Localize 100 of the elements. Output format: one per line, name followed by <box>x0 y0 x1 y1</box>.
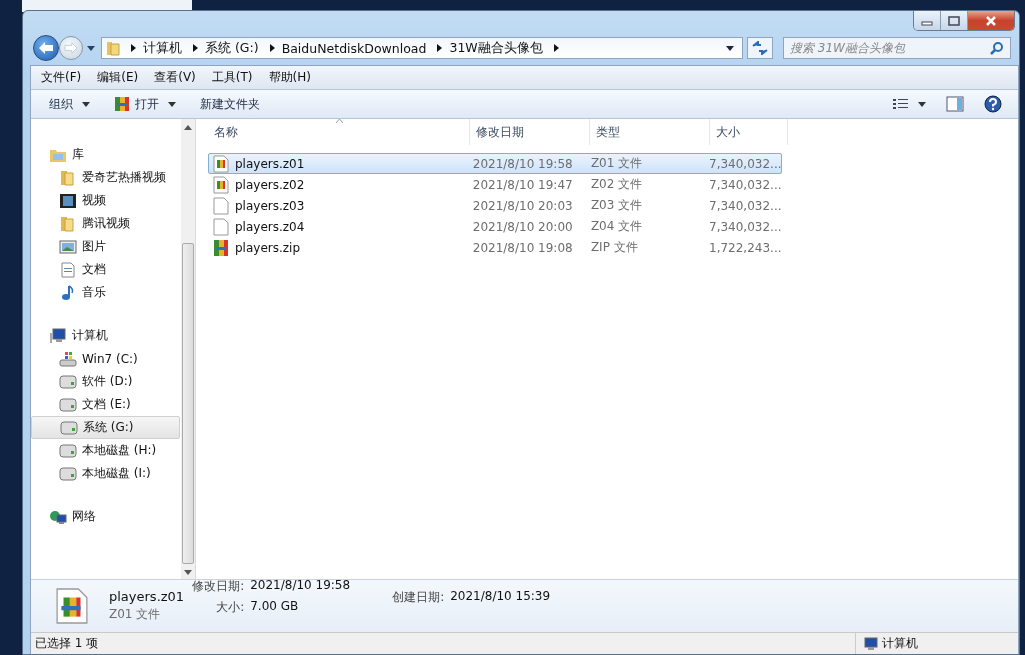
forward-arrow-icon <box>64 42 78 54</box>
chevron-icon[interactable] <box>437 44 443 52</box>
file-icon <box>213 196 229 215</box>
nav-item[interactable]: 腾讯视频 <box>31 212 181 235</box>
nav-item[interactable]: 文档 (E:) <box>31 393 181 416</box>
nav-item[interactable]: 网络 <box>31 505 181 528</box>
nav-item[interactable]: 本地磁盘 (I:) <box>31 462 181 485</box>
file-name: players.z02 <box>235 177 305 192</box>
menu-item[interactable]: 文件(F) <box>40 69 83 86</box>
folder-icon <box>106 40 120 56</box>
table-cell-text: ZIP 文件 <box>589 239 639 256</box>
address-bar[interactable]: 计算机 系统 (G:) BaiduNetdiskDownload 31W融合头像包 <box>101 37 743 59</box>
nav-item[interactable]: 爱奇艺热播视频 <box>31 166 181 189</box>
archive-icon <box>114 96 130 112</box>
nav-item[interactable]: 音乐 <box>31 281 181 304</box>
nav-item[interactable]: 视频 <box>31 189 181 212</box>
search-field[interactable]: 搜索 31W融合头像包 <box>783 37 1011 59</box>
nav-item[interactable]: 图片 <box>31 235 181 258</box>
breadcrumb-item[interactable]: BaiduNetdiskDownload <box>281 40 427 56</box>
table-cell-text: 2021/8/10 20:03 <box>471 198 574 213</box>
close-icon <box>984 15 998 26</box>
nav-item[interactable]: 文档 <box>31 258 181 281</box>
close-button[interactable] <box>968 11 1014 30</box>
file-row[interactable]: players.z04 2021/8/10 20:00 Z04 文件 7,340,032... <box>208 216 782 237</box>
maximize-button[interactable] <box>941 11 968 30</box>
preview-pane-icon <box>946 96 964 112</box>
table-cell-text: 7,340,032... <box>708 156 781 171</box>
drive-icon <box>60 419 78 436</box>
breadcrumb-item[interactable]: 计算机 <box>143 39 182 57</box>
drive-icon <box>59 442 77 459</box>
column-header[interactable]: 修改日期 <box>470 119 590 145</box>
sort-ascending-icon <box>336 119 343 123</box>
list-view-icon <box>893 98 909 110</box>
file-name: players.z01 <box>235 156 305 171</box>
back-arrow-icon <box>38 41 54 55</box>
nav-item[interactable]: 系统 (G:) <box>31 416 180 439</box>
file-type: Z01 文件 <box>109 606 162 623</box>
breadcrumb-item[interactable]: 系统 (G:) <box>205 39 259 57</box>
film-icon <box>59 192 77 209</box>
file-name: players.z01 <box>109 589 185 604</box>
file-row[interactable]: players.z03 2021/8/10 20:03 Z03 文件 7,340,032... <box>208 195 782 216</box>
nav-item[interactable]: 库 <box>31 143 181 166</box>
breadcrumb-item[interactable]: 31W融合头像包 <box>449 39 543 57</box>
menu-item[interactable]: 工具(T) <box>210 69 254 86</box>
status-text: 已选择 1 项 <box>35 635 99 652</box>
nav-item[interactable]: Win7 (C:) <box>31 347 181 370</box>
history-dropdown-icon[interactable] <box>87 45 95 51</box>
computer-icon <box>49 327 67 344</box>
toolbar-button[interactable]: 新建文件夹 <box>190 92 270 116</box>
menu-item[interactable]: 帮助(H) <box>267 69 312 86</box>
column-header[interactable]: 类型 <box>590 119 710 145</box>
table-cell-text: Z01 文件 <box>589 155 644 172</box>
menu-item[interactable]: 查看(V) <box>153 69 197 86</box>
chevron-icon[interactable] <box>269 44 275 52</box>
chevron-icon[interactable] <box>193 44 198 52</box>
search-icon[interactable] <box>990 41 1004 55</box>
scroll-down-icon[interactable] <box>184 570 192 575</box>
archive-file-icon <box>213 154 229 173</box>
file-name: players.zip <box>235 240 301 255</box>
file-row[interactable]: players.z01 2021/8/10 19:58 Z01 文件 7,340,032... <box>208 153 782 174</box>
column-header[interactable]: 名称 <box>208 119 470 145</box>
file-row[interactable]: players.z02 2021/8/10 19:47 Z02 文件 7,340,032... <box>208 174 782 195</box>
file-row[interactable]: players.zip 2021/8/10 19:08 ZIP 文件 1,722,243... <box>208 237 782 258</box>
chevron-icon[interactable] <box>553 44 559 52</box>
table-cell-text: 2021/8/10 19:47 <box>471 177 574 192</box>
maximize-icon <box>947 15 961 26</box>
computer-icon <box>862 636 878 651</box>
nav-item[interactable]: 本地磁盘 (H:) <box>31 439 181 462</box>
folder-icon <box>59 169 77 186</box>
property-label: 创建日期: <box>392 588 445 606</box>
drive-icon <box>59 396 77 413</box>
back-button[interactable] <box>33 35 59 61</box>
nav-item[interactable]: 计算机 <box>31 324 181 347</box>
table-cell-text: Z03 文件 <box>589 197 644 214</box>
table-cell-text: 2021/8/10 19:58 <box>471 156 574 171</box>
property-value: 7.00 GB <box>250 599 300 615</box>
archive-file-icon <box>213 175 229 194</box>
drive-icon <box>59 373 77 390</box>
file-icon <box>213 217 229 236</box>
toolbar-button[interactable]: 打开 <box>104 92 186 116</box>
scroll-up-icon[interactable] <box>184 125 192 130</box>
caret-icon <box>82 101 90 107</box>
menu-item[interactable]: 编辑(E) <box>96 69 140 86</box>
nav-item[interactable]: 软件 (D:) <box>31 370 181 393</box>
table-cell-text: Z02 文件 <box>589 176 644 193</box>
caret-icon <box>168 101 176 107</box>
file-name: players.z04 <box>235 219 305 234</box>
caret-icon <box>918 101 926 107</box>
refresh-button[interactable] <box>747 37 773 59</box>
scrollbar-thumb[interactable] <box>182 243 194 564</box>
toolbar-button[interactable]: 组织 <box>39 92 100 116</box>
dropdown-icon[interactable] <box>726 45 734 51</box>
table-cell-text: 1,722,243... <box>708 240 781 255</box>
help-icon <box>984 95 1002 113</box>
network-icon <box>49 508 67 525</box>
minimize-button[interactable] <box>914 11 941 30</box>
column-header[interactable]: 大小 <box>710 119 788 145</box>
table-cell-text: 2021/8/10 19:08 <box>471 240 574 255</box>
chevron-icon[interactable] <box>131 44 136 52</box>
image-icon <box>59 238 77 255</box>
